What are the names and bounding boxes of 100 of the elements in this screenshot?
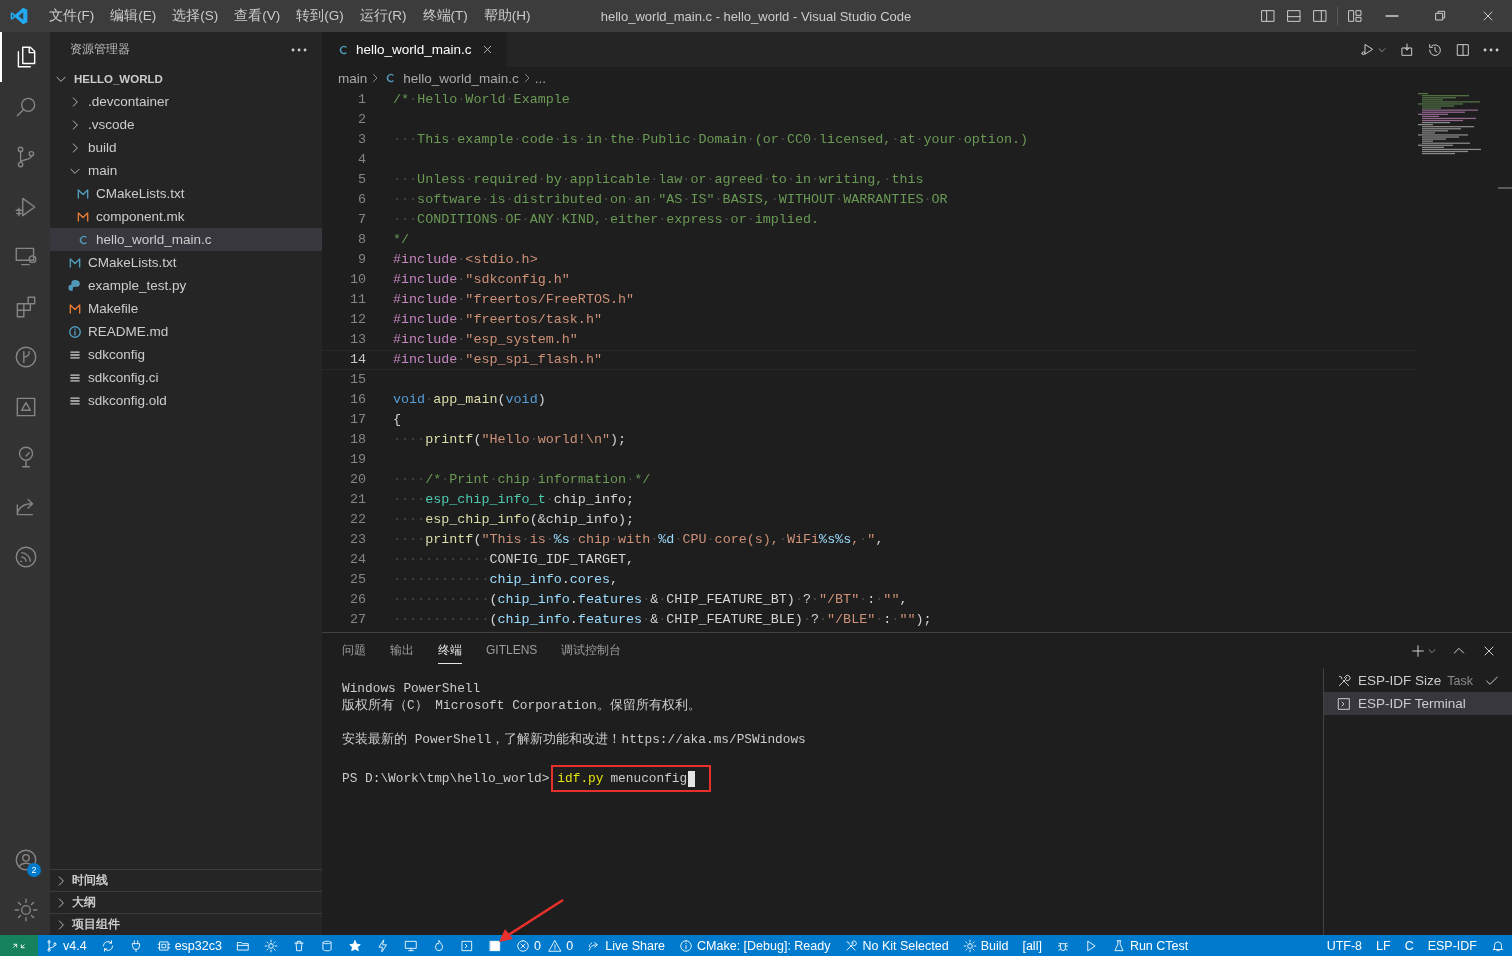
status-item[interactable]: [all]: [1015, 935, 1049, 956]
status-item[interactable]: LF: [1369, 935, 1398, 956]
download-icon: [1399, 41, 1415, 58]
status-item[interactable]: v4.4: [38, 935, 94, 956]
file-item[interactable]: Makefile: [50, 297, 322, 320]
panel-tab[interactable]: GITLENS: [486, 637, 538, 664]
code-line: {: [393, 411, 402, 429]
accounts-button[interactable]: 2: [0, 835, 50, 885]
terminal-line: 安装最新的 PowerShell，了解新功能和改进！https://aka.ms/PSWindows: [342, 731, 807, 748]
menu-item[interactable]: 查看(V): [226, 0, 289, 32]
line-number: 8: [356, 231, 366, 249]
line-number: 17: [348, 411, 366, 429]
status-item[interactable]: ESP-IDF: [1420, 935, 1484, 956]
terminal-detail: Task: [1447, 673, 1473, 688]
status-item[interactable]: esp32c3: [149, 935, 229, 956]
code-line: #include·"esp_system.h": [393, 331, 578, 349]
status-item[interactable]: 0 0: [508, 935, 581, 956]
status-item[interactable]: C: [1397, 935, 1421, 956]
status-item[interactable]: Live Share: [580, 935, 673, 956]
line-number: 19: [348, 451, 366, 469]
code-line: #include·"freertos/task.h": [393, 311, 602, 329]
file-item[interactable]: sdkconfig: [50, 343, 322, 366]
file-item[interactable]: CMakeLists.txt: [50, 251, 322, 274]
account-icon: [13, 847, 39, 873]
line-number: 13: [348, 331, 366, 349]
status-item[interactable]: CMake: [Debug]: Ready: [672, 935, 838, 956]
menu-item[interactable]: 转到(G): [288, 0, 352, 32]
breadcrumb[interactable]: main: [338, 70, 368, 86]
logo-icon: [9, 6, 29, 26]
status-item[interactable]: Run CTest: [1104, 935, 1196, 956]
code-line: ···CONDITIONS·OF·ANY·KIND,·either·express·or·implied.: [393, 211, 819, 229]
breadcrumb[interactable]: ...: [534, 70, 547, 86]
file-item[interactable]: CMakeLists.txt: [50, 182, 322, 205]
terminal-name: ESP-IDF Size: [1358, 673, 1442, 688]
file-item[interactable]: component.mk: [50, 205, 322, 228]
line-number: 10: [348, 271, 366, 289]
menu-item[interactable]: 运行(R): [351, 0, 415, 32]
line-number: 27: [348, 611, 366, 629]
line-number: 5: [356, 171, 366, 189]
line-number: 16: [348, 391, 366, 409]
code-line: ············CONFIG_IDF_TARGET,: [393, 551, 635, 569]
panel-tab[interactable]: 调试控制台: [561, 637, 622, 664]
lightning-icon: [375, 938, 390, 953]
info-icon: [679, 938, 694, 953]
line-number: 11: [348, 291, 366, 309]
terminal-tab[interactable]: ESP-IDF Terminal: [1324, 692, 1512, 715]
code-line: ····/*·Print·chip·information·*/: [393, 471, 651, 489]
panel-tab[interactable]: 问题: [342, 637, 366, 664]
menu-item[interactable]: 帮助(H): [475, 0, 539, 32]
terminal-name: ESP-IDF Terminal: [1358, 696, 1466, 711]
python-icon: [68, 278, 82, 293]
more-icon: [291, 47, 307, 52]
folder-item[interactable]: .devcontainer: [50, 90, 322, 113]
file-item[interactable]: example_test.py: [50, 274, 322, 297]
file-item[interactable]: sdkconfig.ci: [50, 366, 322, 389]
section-header[interactable]: 大纲: [50, 891, 322, 913]
bell-icon: [1491, 938, 1505, 953]
terminal-line: 版权所有（C） Microsoft Corporation。保留所有权利。: [342, 697, 702, 714]
terminal-line: Windows PowerShell: [342, 680, 482, 697]
status-item[interactable]: No Kit Selected: [837, 935, 956, 956]
run-debug-icon: [1360, 41, 1376, 58]
menu-item[interactable]: 文件(F): [41, 0, 103, 32]
breadcrumb[interactable]: hello_world_main.c: [383, 70, 519, 86]
panel-tab[interactable]: 终端: [438, 637, 462, 664]
line-number: 23: [348, 531, 366, 549]
file-item[interactable]: hello_world_main.c: [50, 228, 322, 251]
folder-item[interactable]: main: [50, 159, 322, 182]
plus-icon: [1410, 642, 1426, 659]
folder-item[interactable]: build: [50, 136, 322, 159]
file-item[interactable]: README.md: [50, 320, 322, 343]
code-line: ····printf("Hello·world!\n");: [393, 431, 627, 449]
section-header[interactable]: 时间线: [50, 869, 322, 891]
tools-icon: [844, 938, 859, 953]
star-icon: [347, 938, 362, 953]
line-number: 12: [348, 311, 366, 329]
line-number: 21: [348, 491, 366, 509]
line-number: 24: [348, 551, 366, 569]
terminal-command: menuconfig: [610, 770, 688, 787]
file-item[interactable]: sdkconfig.old: [50, 389, 322, 412]
line-number: 18: [348, 431, 366, 449]
m-icon: [76, 186, 90, 201]
menu-item[interactable]: 选择(S): [164, 0, 227, 32]
scrollbar[interactable]: [1498, 187, 1512, 189]
error-icon: [515, 938, 530, 953]
menu-item[interactable]: 编辑(E): [102, 0, 165, 32]
folder-item[interactable]: .vscode: [50, 113, 322, 136]
status-item[interactable]: Build: [955, 935, 1016, 956]
monitor-icon: [403, 938, 418, 953]
folder-header[interactable]: HELLO_WORLD: [50, 67, 322, 90]
code-line: ···Unless·required·by·applicable·law·or·agreed·to·in·writing,·this: [393, 171, 924, 189]
gear-icon: [263, 938, 278, 953]
terminal-tab[interactable]: ESP-IDF Size Task: [1324, 669, 1512, 692]
status-item[interactable]: UTF-8: [1319, 935, 1370, 956]
panel-tab[interactable]: 输出: [390, 637, 414, 664]
tab-label: hello_world_main.c: [356, 42, 472, 57]
editor-tab[interactable]: hello_world_main.c: [322, 32, 507, 67]
panel-bottom-icon: [1286, 8, 1302, 24]
menu-item[interactable]: 终端(T): [414, 0, 476, 32]
remote-button[interactable]: [0, 935, 38, 956]
window-title: hello_world_main.c - hello_world - Visual Studio Code: [599, 8, 913, 24]
